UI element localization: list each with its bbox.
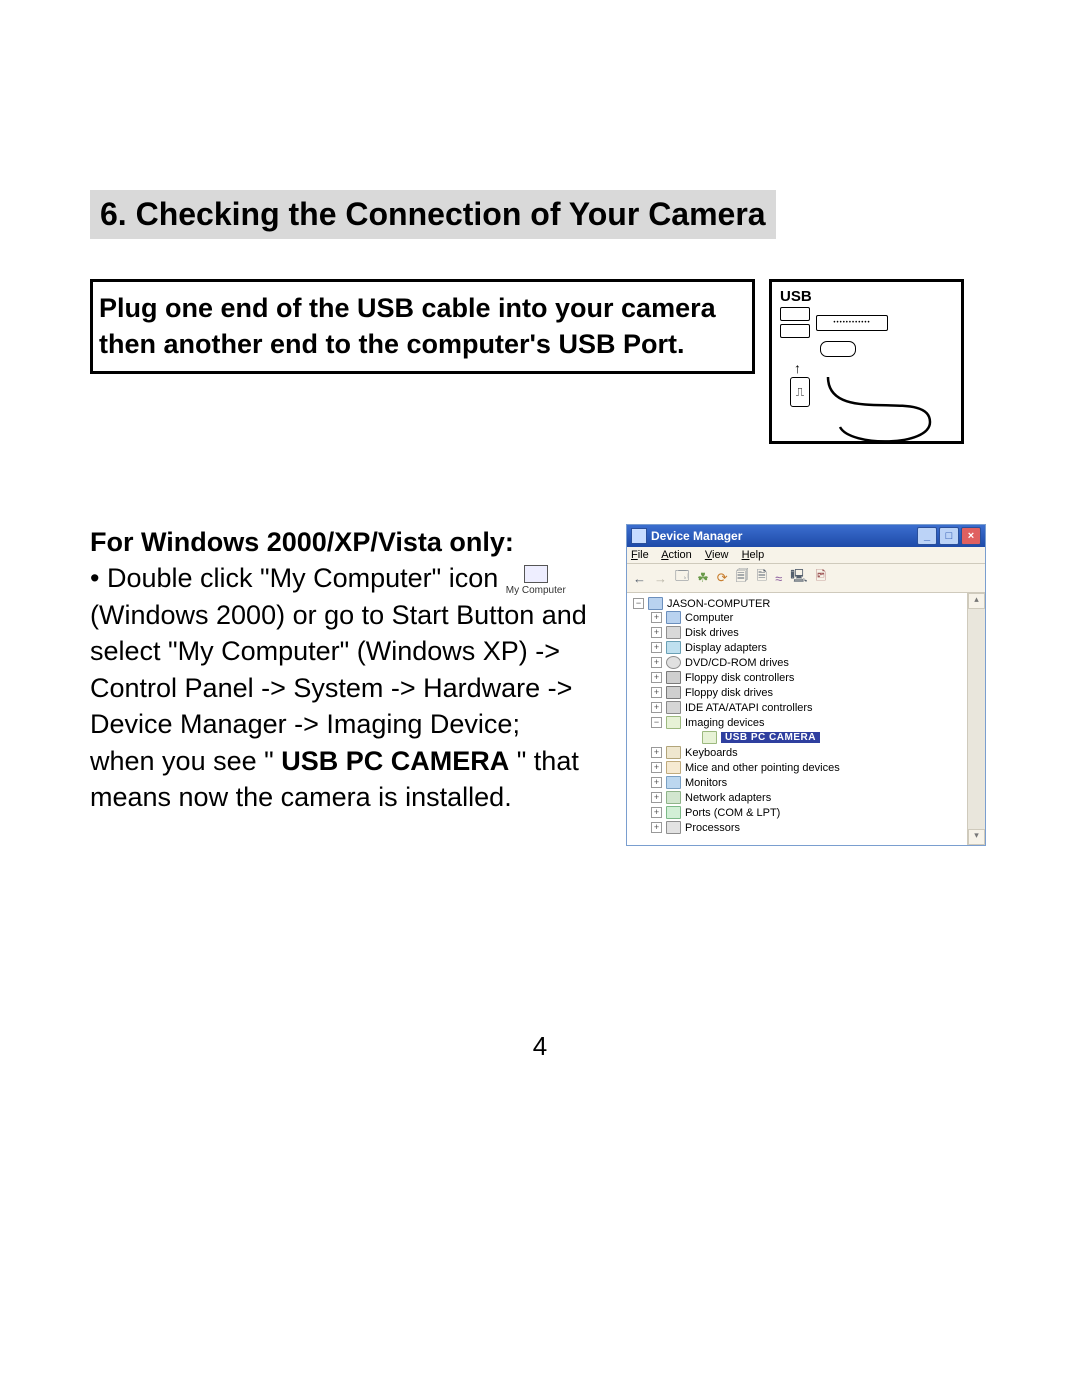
floppy-icon [666, 671, 681, 684]
instruction-box: Plug one end of the USB cable into your … [90, 279, 755, 374]
tree-node-network[interactable]: +Network adapters [651, 790, 965, 805]
my-computer-icon: My Computer [506, 565, 566, 596]
window-titlebar[interactable]: Device Manager _ □ × [627, 525, 985, 547]
toolbar-icon[interactable]: 🗎 [757, 567, 767, 589]
menu-action[interactable]: Action [661, 549, 692, 561]
imaging-icon [666, 716, 681, 729]
toolbar-icon[interactable]: 🖻 [816, 567, 826, 589]
expand-icon[interactable]: + [651, 687, 662, 698]
expand-icon[interactable]: + [651, 657, 662, 668]
computer-icon [648, 597, 663, 610]
body-row: For Windows 2000/XP/Vista only: • Double… [90, 524, 990, 846]
app-icon [631, 528, 647, 544]
section-title: 6. Checking the Connection of Your Camer… [90, 190, 776, 239]
collapse-icon[interactable]: − [651, 717, 662, 728]
sub-heading: For Windows 2000/XP/Vista only: [90, 527, 514, 557]
usb-pc-camera-bold: USB PC CAMERA [281, 746, 509, 776]
usb-plug-icon: ⎍ [790, 377, 810, 407]
tree-node-ports[interactable]: +Ports (COM & LPT) [651, 805, 965, 820]
tree-node-display-adapters[interactable]: +Display adapters [651, 640, 965, 655]
tree-node-floppy-ctrl[interactable]: +Floppy disk controllers [651, 670, 965, 685]
collapse-icon[interactable]: − [633, 598, 644, 609]
tree-node-floppy-drives[interactable]: +Floppy disk drives [651, 685, 965, 700]
tree-node-keyboards[interactable]: +Keyboards [651, 745, 965, 760]
menu-view[interactable]: View [705, 549, 729, 561]
tree-node-disk-drives[interactable]: +Disk drives [651, 625, 965, 640]
dvd-icon [666, 656, 681, 669]
menubar[interactable]: File Action View Help [627, 547, 985, 564]
expand-icon[interactable]: + [651, 807, 662, 818]
ide-icon [666, 701, 681, 714]
usb-port-icon [780, 307, 810, 321]
scroll-up-icon[interactable]: ▴ [968, 593, 985, 609]
minimize-button[interactable]: _ [917, 527, 937, 545]
arrow-up-icon: ↑ [794, 361, 953, 375]
top-row: Plug one end of the USB cable into your … [90, 279, 990, 444]
serial-port-icon [820, 341, 856, 357]
parallel-port-icon: •••••••••••• [816, 315, 888, 331]
usb-port-icon [780, 324, 810, 338]
mouse-icon [666, 761, 681, 774]
expand-icon[interactable]: + [651, 822, 662, 833]
tree-node-mice[interactable]: +Mice and other pointing devices [651, 760, 965, 775]
tree-node-computer[interactable]: +Computer [651, 610, 965, 625]
tree-node-usb-pc-camera[interactable]: USB PC CAMERA [687, 730, 965, 745]
tree-node-monitors[interactable]: +Monitors [651, 775, 965, 790]
expand-icon[interactable]: + [651, 627, 662, 638]
toolbar-icon[interactable]: ≈ [775, 571, 782, 586]
tree-node-ide[interactable]: +IDE ATA/ATAPI controllers [651, 700, 965, 715]
device-manager-window: Device Manager _ □ × File Action View He… [626, 524, 986, 846]
maximize-button[interactable]: □ [939, 527, 959, 545]
expand-icon[interactable]: + [651, 792, 662, 803]
selected-device-label: USB PC CAMERA [721, 732, 820, 743]
scroll-down-icon[interactable]: ▾ [968, 829, 985, 845]
line1-prefix: • Double click "My Computer" icon [90, 563, 506, 593]
device-tree[interactable]: − JASON-COMPUTER +Computer +Disk drives … [627, 593, 967, 845]
page-number: 4 [0, 1031, 1080, 1062]
keyboard-icon [666, 746, 681, 759]
expand-icon[interactable]: + [651, 612, 662, 623]
camera-icon [702, 731, 717, 744]
expand-icon[interactable]: + [651, 777, 662, 788]
tree-root[interactable]: − JASON-COMPUTER [633, 597, 965, 610]
expand-icon[interactable]: + [651, 762, 662, 773]
close-button[interactable]: × [961, 527, 981, 545]
toolbar-icon[interactable]: ☘ [697, 570, 709, 586]
usb-cable-icon [820, 377, 940, 447]
expand-icon[interactable]: + [651, 642, 662, 653]
disk-icon [666, 626, 681, 639]
scrollbar[interactable]: ▴ ▾ [967, 593, 985, 845]
network-icon [666, 791, 681, 804]
toolbar-icon[interactable]: 🗐 [736, 567, 749, 589]
monitor-icon [666, 776, 681, 789]
expand-icon[interactable]: + [651, 747, 662, 758]
toolbar-icon[interactable]: 🖳 [790, 567, 807, 589]
processor-icon [666, 821, 681, 834]
ports-icon [666, 806, 681, 819]
computer-icon [666, 611, 681, 624]
menu-file[interactable]: File [631, 549, 649, 561]
forward-icon[interactable]: → [654, 571, 667, 586]
floppy-icon [666, 686, 681, 699]
toolbar-icon[interactable]: 🗔 [675, 567, 689, 589]
instructions-text: For Windows 2000/XP/Vista only: • Double… [90, 524, 590, 816]
display-icon [666, 641, 681, 654]
refresh-icon[interactable]: ⟳ [717, 570, 728, 586]
root-label: JASON-COMPUTER [667, 598, 770, 610]
toolbar[interactable]: ← → 🗔 ☘ ⟳ 🗐 🗎 ≈ 🖳 🖻 [627, 564, 985, 593]
tree-node-dvd[interactable]: +DVD/CD-ROM drives [651, 655, 965, 670]
tree-node-processors[interactable]: +Processors [651, 820, 965, 835]
tree-node-imaging[interactable]: −Imaging devices [651, 715, 965, 730]
usb-label: USB [780, 288, 953, 305]
window-title: Device Manager [651, 529, 742, 543]
expand-icon[interactable]: + [651, 702, 662, 713]
manual-page: 6. Checking the Connection of Your Camer… [0, 0, 1080, 1397]
usb-port-diagram: USB •••••••••••• ↑ ⎍ [769, 279, 964, 444]
my-computer-icon-label: My Computer [506, 585, 566, 596]
menu-help[interactable]: Help [742, 549, 765, 561]
back-icon[interactable]: ← [633, 571, 646, 586]
expand-icon[interactable]: + [651, 672, 662, 683]
